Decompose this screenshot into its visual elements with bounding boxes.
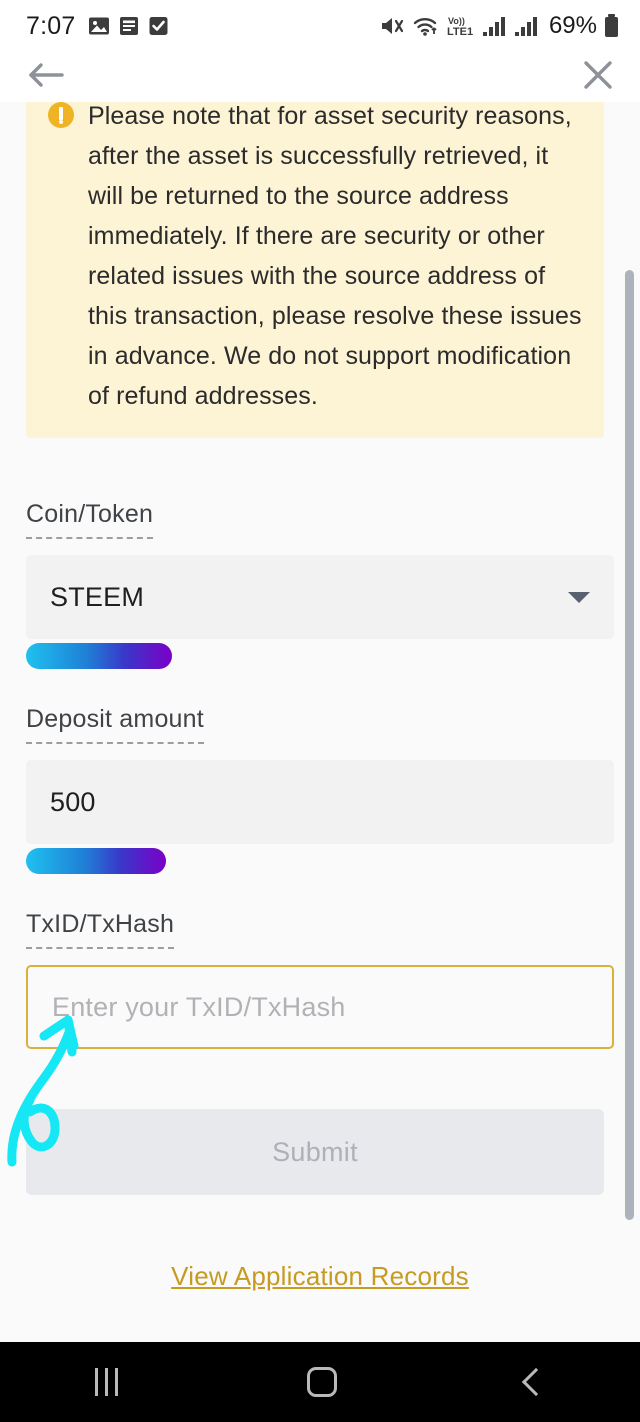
- svg-text:LTE1: LTE1: [447, 26, 473, 38]
- signal-sim2-icon: [514, 17, 537, 36]
- coin-token-select[interactable]: STEEM: [26, 555, 614, 639]
- article-icon: [120, 17, 139, 35]
- system-navigation-bar: [0, 1342, 640, 1422]
- submit-button-label: Submit: [272, 1136, 358, 1167]
- coin-token-value: STEEM: [50, 581, 145, 612]
- warning-circle-icon: [48, 102, 74, 128]
- view-application-records-link[interactable]: View Application Records: [0, 1261, 640, 1292]
- home-icon[interactable]: [306, 1367, 337, 1397]
- svg-text:Vo)): Vo)): [448, 16, 465, 26]
- deposit-amount-underline-accent: [26, 848, 166, 874]
- deposit-amount-label: Deposit amount: [26, 705, 204, 744]
- security-notice: Please note that for asset security reas…: [26, 102, 604, 438]
- app-header: [0, 52, 640, 102]
- deposit-amount-input[interactable]: 500: [26, 760, 614, 844]
- battery-percent-label: 69%: [548, 12, 597, 39]
- image-icon: [89, 17, 110, 35]
- mute-icon: [381, 18, 404, 34]
- close-icon[interactable]: [582, 59, 614, 96]
- coin-token-label: Coin/Token: [26, 500, 154, 539]
- signal-sim1-icon: [482, 17, 505, 36]
- txid-label: TxID/TxHash: [26, 910, 175, 949]
- deposit-amount-value: 500: [50, 786, 96, 817]
- phone-screen: 7:07 Vo)) LTE1 69% Please note that for …: [0, 0, 640, 1422]
- chevron-down-icon: [568, 591, 590, 603]
- vertical-scrollbar[interactable]: [625, 270, 634, 1220]
- status-bar-system-icons: Vo)) LTE1 69%: [380, 12, 620, 40]
- battery-icon: [605, 14, 618, 37]
- annotation-arrow: [7, 1015, 79, 1167]
- recents-icon[interactable]: [94, 1368, 118, 1396]
- status-bar-notification-icons: [88, 15, 169, 37]
- nav-back-icon[interactable]: [521, 1367, 550, 1397]
- back-arrow-icon[interactable]: [26, 60, 66, 95]
- status-bar: 7:07 Vo)) LTE1 69%: [0, 0, 640, 52]
- wifi-icon: [413, 18, 437, 36]
- field-deposit-amount: Deposit amount 500: [0, 705, 640, 874]
- status-bar-clock: 7:07: [26, 11, 76, 40]
- volte-icon: Vo)) LTE1: [447, 16, 473, 38]
- coin-token-underline-accent: [26, 643, 172, 669]
- field-coin-token: Coin/Token STEEM: [0, 500, 640, 669]
- security-notice-text: Please note that for asset security reas…: [88, 102, 582, 410]
- checkbox-icon: [149, 17, 168, 35]
- deposit-form: Coin/Token STEEM Deposit amount 500 TxID…: [0, 500, 640, 1292]
